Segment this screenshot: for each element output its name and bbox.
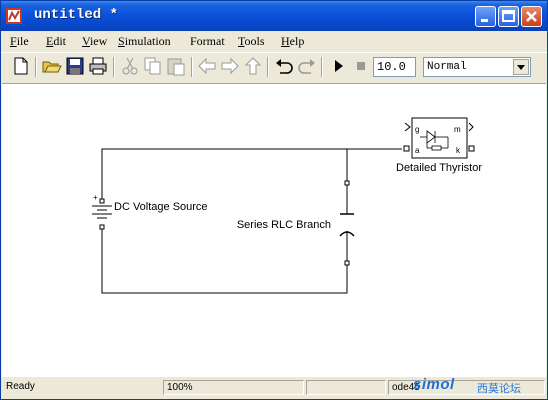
toolbar-separator (191, 57, 193, 77)
simulation-mode-value: Normal (427, 61, 467, 73)
menu-simulation[interactable]: Simulation (118, 34, 171, 49)
menu-edit-label: dit (53, 34, 67, 48)
minimize-icon (481, 19, 488, 22)
series-rlc-branch-block[interactable]: Series RLC Branch (237, 180, 355, 266)
menu-format[interactable]: Format (190, 34, 225, 49)
menu-tools[interactable]: Tools (238, 34, 265, 49)
watermark-logo: simol (413, 376, 455, 393)
dc-voltage-source-label: DC Voltage Source (114, 201, 208, 213)
chevron-down-icon (517, 65, 525, 70)
close-icon (526, 11, 537, 22)
menu-edit[interactable]: Edit (46, 34, 66, 49)
dropdown-button[interactable] (513, 59, 529, 75)
toolbar-separator (267, 57, 269, 77)
detailed-thyristor-block[interactable]: g m a k Detailed Thyristor (396, 117, 482, 174)
run-icon[interactable] (327, 55, 349, 77)
menu-file-label: ile (16, 34, 29, 48)
toolbar-separator (113, 57, 115, 77)
menu-format-label: Format (190, 34, 225, 48)
copy-icon[interactable] (142, 55, 164, 77)
menu-help[interactable]: Help (281, 34, 304, 49)
open-folder-icon[interactable] (41, 55, 63, 77)
paste-icon[interactable] (165, 55, 187, 77)
redo-icon[interactable] (296, 55, 318, 77)
menu-help-label: elp (289, 34, 305, 48)
stop-icon[interactable] (350, 55, 372, 77)
status-pane (306, 380, 386, 395)
dc-plus-label: + (93, 193, 98, 202)
menu-file[interactable]: File (10, 34, 29, 49)
menu-tools-label: ools (244, 34, 265, 48)
simulation-mode-select[interactable]: Normal (423, 57, 531, 77)
forward-arrow-icon[interactable] (219, 55, 241, 77)
toolbar: 10.0 Normal (1, 52, 547, 81)
close-button[interactable] (521, 6, 542, 27)
toolbar-separator (35, 57, 37, 77)
status-solver: ode45 (388, 380, 545, 395)
print-icon[interactable] (87, 55, 109, 77)
status-ready: Ready (6, 381, 35, 392)
simulink-app-icon[interactable] (6, 8, 22, 24)
menu-view[interactable]: View (82, 34, 107, 49)
toolbar-separator (321, 57, 323, 77)
thyristor-port-a: a (415, 146, 420, 155)
status-bar: Ready 100% ode45 (1, 378, 547, 398)
menu-file-mnemonic: F (10, 34, 17, 48)
back-arrow-icon[interactable] (196, 55, 218, 77)
save-icon[interactable] (64, 55, 86, 77)
title-bar[interactable]: untitled * (1, 1, 547, 31)
thyristor-port-g: g (415, 125, 419, 134)
menu-help-mnemonic: H (281, 34, 290, 48)
undo-icon[interactable] (273, 55, 295, 77)
menu-bar: File Edit View Simulation Format Tools H… (1, 31, 547, 51)
up-arrow-icon[interactable] (242, 55, 264, 77)
maximize-icon (502, 10, 515, 22)
minimize-button[interactable] (475, 6, 496, 27)
model-canvas[interactable]: + DC Voltage Source Series RLC Branch g … (2, 83, 546, 377)
menu-view-label: iew (89, 34, 108, 48)
menu-view-mnemonic: V (82, 34, 90, 48)
maximize-button[interactable] (498, 6, 519, 27)
new-file-icon[interactable] (10, 55, 32, 77)
menu-simulation-label: imulation (124, 34, 171, 48)
thyristor-port-m: m (454, 125, 461, 134)
dc-voltage-source-block[interactable]: + DC Voltage Source (92, 193, 208, 230)
detailed-thyristor-label: Detailed Thyristor (396, 162, 482, 174)
status-zoom: 100% (163, 380, 304, 395)
stop-time-field[interactable]: 10.0 (373, 57, 416, 77)
watermark-text: 西莫论坛 (477, 382, 521, 395)
window-title: untitled * (34, 7, 119, 23)
application-window: untitled * File Edit View Simulation For… (0, 0, 548, 400)
menu-simulation-mnemonic: S (118, 34, 125, 48)
cut-icon[interactable] (119, 55, 141, 77)
series-rlc-branch-label: Series RLC Branch (237, 219, 331, 231)
